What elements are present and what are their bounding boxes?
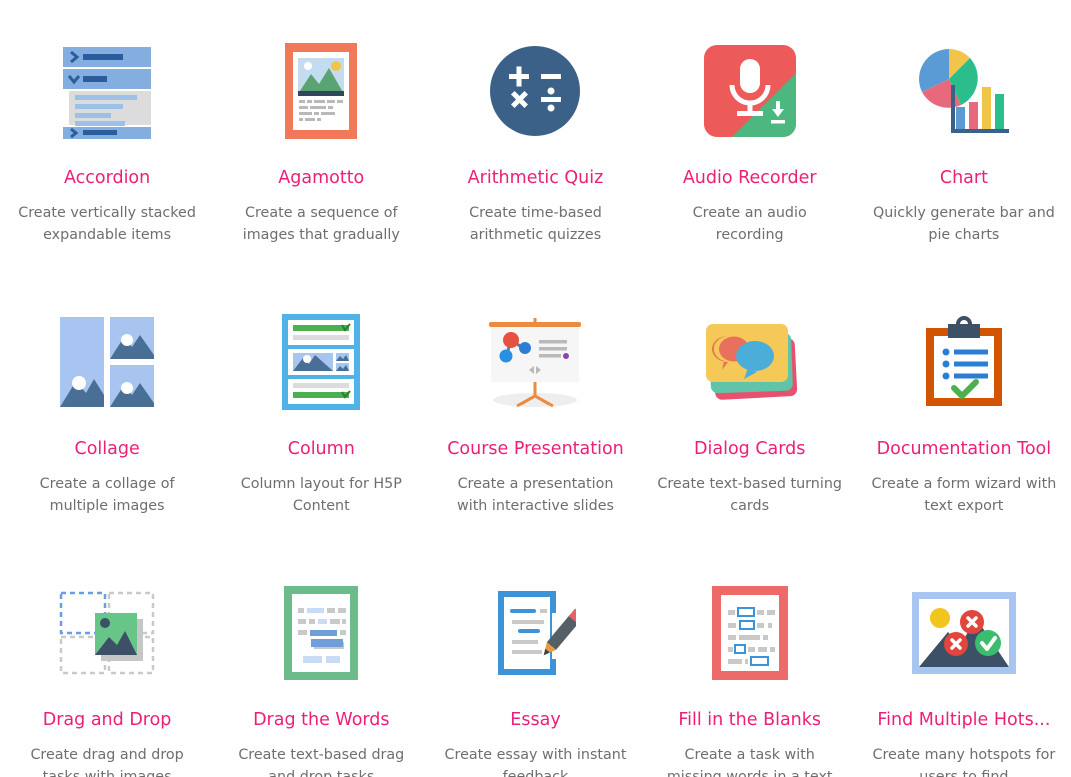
content-type-title[interactable]: Accordion: [64, 168, 150, 189]
content-type-card[interactable]: Drag and Drop Create drag and drop tasks …: [0, 574, 214, 777]
content-type-description: Create time-based arithmetic quizzes: [469, 205, 602, 243]
content-type-description: Create text-based drag and drop tasks: [238, 747, 405, 777]
content-type-card[interactable]: Accordion Create vertically stacked expan…: [0, 32, 214, 303]
content-type-description: Create many hotspots for users to find: [872, 747, 1056, 777]
content-type-card[interactable]: Essay Create essay with instant feedback: [428, 574, 642, 777]
find-multiple-hotspots-icon[interactable]: [909, 574, 1019, 692]
content-type-description: Create essay with instant feedback: [444, 747, 627, 777]
content-type-description: Create a presentation with interactive s…: [457, 476, 614, 514]
drag-the-words-icon[interactable]: [266, 574, 376, 692]
content-type-description: Create vertically stacked expandable ite…: [18, 205, 196, 243]
content-type-title[interactable]: Audio Recorder: [683, 168, 817, 189]
accordion-icon[interactable]: [52, 32, 162, 150]
content-type-title[interactable]: Find Multiple Hots...: [877, 710, 1050, 731]
content-type-title[interactable]: Collage: [74, 439, 139, 460]
arithmetic-quiz-icon[interactable]: [480, 32, 590, 150]
content-type-description: Column layout for H5P Content: [240, 476, 402, 514]
content-type-title[interactable]: Arithmetic Quiz: [468, 168, 604, 189]
audio-recorder-icon[interactable]: [695, 32, 805, 150]
content-type-title[interactable]: Drag the Words: [253, 710, 389, 731]
content-type-title[interactable]: Documentation Tool: [877, 439, 1051, 460]
chart-icon[interactable]: [909, 32, 1019, 150]
course-presentation-icon[interactable]: [480, 303, 590, 421]
agamotto-icon[interactable]: [266, 32, 376, 150]
content-type-card[interactable]: Audio Recorder Create an audio recording: [643, 32, 857, 303]
content-type-description: Create text-based turning cards: [657, 476, 842, 514]
content-type-description: Create a task with missing words in a te…: [666, 747, 833, 777]
content-type-title[interactable]: Agamotto: [278, 168, 364, 189]
documentation-tool-icon[interactable]: [909, 303, 1019, 421]
content-type-grid: Accordion Create vertically stacked expan…: [0, 0, 1071, 777]
content-type-title[interactable]: Fill in the Blanks: [678, 710, 821, 731]
column-icon[interactable]: [266, 303, 376, 421]
fill-in-the-blanks-icon[interactable]: [695, 574, 805, 692]
content-type-description: Quickly generate bar and pie charts: [872, 205, 1055, 243]
content-type-card[interactable]: Collage Create a collage of multiple imag…: [0, 303, 214, 574]
essay-icon[interactable]: [480, 574, 590, 692]
collage-icon[interactable]: [52, 303, 162, 421]
content-type-card[interactable]: Agamotto Create a sequence of images that…: [214, 32, 428, 303]
content-type-card[interactable]: Documentation Tool Create a form wizard w…: [857, 303, 1071, 574]
content-type-card[interactable]: Arithmetic Quiz Create time-based arithme…: [428, 32, 642, 303]
dialog-cards-icon[interactable]: [695, 303, 805, 421]
content-type-card[interactable]: Fill in the Blanks Create a task with mis…: [643, 574, 857, 777]
content-type-description: Create a sequence of images that gradual…: [242, 205, 400, 243]
drag-and-drop-icon[interactable]: [52, 574, 162, 692]
content-type-card[interactable]: Dialog Cards Create text-based turning ca…: [643, 303, 857, 574]
content-type-title[interactable]: Essay: [510, 710, 560, 731]
content-type-description: Create a form wizard with text export: [871, 476, 1057, 514]
content-type-description: Create a collage of multiple images: [39, 476, 175, 514]
content-type-title[interactable]: Column: [288, 439, 355, 460]
content-type-card[interactable]: Course Presentation Create a presentation…: [428, 303, 642, 574]
content-type-card[interactable]: Column Column layout for H5P Content: [214, 303, 428, 574]
content-type-description: Create drag and drop tasks with images: [30, 747, 184, 777]
content-type-title[interactable]: Dialog Cards: [694, 439, 805, 460]
content-type-card[interactable]: Drag the Words Create text-based drag and…: [214, 574, 428, 777]
content-type-title[interactable]: Course Presentation: [447, 439, 624, 460]
content-type-card[interactable]: Chart Quickly generate bar and pie charts: [857, 32, 1071, 303]
content-type-card[interactable]: Find Multiple Hots... Create many hotspot…: [857, 574, 1071, 777]
content-type-description: Create an audio recording: [692, 205, 807, 243]
content-type-title[interactable]: Chart: [940, 168, 988, 189]
content-type-title[interactable]: Drag and Drop: [43, 710, 172, 731]
